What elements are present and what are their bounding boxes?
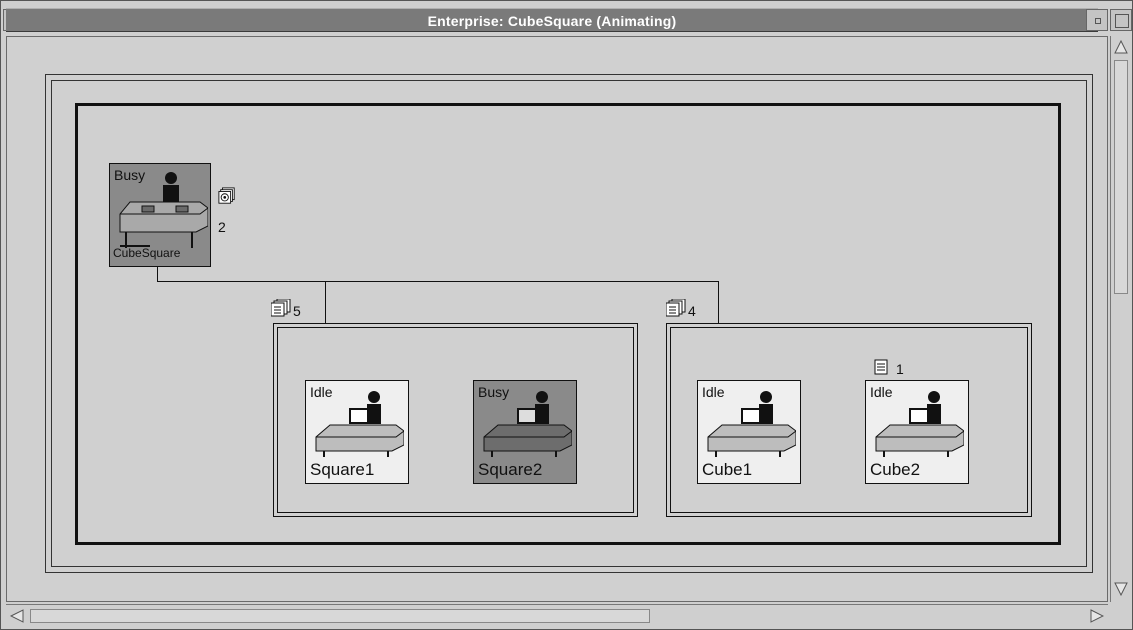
person-at-desk-icon <box>315 391 404 457</box>
connector-line <box>325 281 326 323</box>
root-queue-count: 2 <box>218 219 226 235</box>
workstation-name: Square1 <box>310 460 375 479</box>
workstation-cube2[interactable]: Idle Cube2 <box>865 380 969 484</box>
workstation-cube1[interactable]: Idle Cube1 <box>697 380 801 484</box>
vertical-scrollbar[interactable] <box>1110 36 1130 602</box>
minimize-button[interactable] <box>1086 9 1108 31</box>
horizontal-scroll-thumb[interactable] <box>30 609 650 623</box>
enterprise-canvas[interactable]: Busy CubeSquare 2 5 Idle Square1 Busy Sq… <box>6 36 1108 602</box>
horizontal-scrollbar[interactable] <box>6 604 1108 626</box>
minimize-icon <box>1095 18 1101 24</box>
group-queue-count: 4 <box>688 303 696 319</box>
connector-line <box>157 281 719 282</box>
person-at-desk-icon <box>707 391 796 457</box>
workstation-square1[interactable]: Idle Square1 <box>305 380 409 484</box>
disk-stack-icon <box>218 187 235 204</box>
workstation-name: CubeSquare <box>113 246 181 260</box>
workstation-name: Square2 <box>478 460 543 479</box>
person-at-desk-icon <box>875 391 964 457</box>
workstation-square2[interactable]: Busy Square2 <box>473 380 577 484</box>
document-stack-icon <box>271 299 291 317</box>
window-title: Enterprise: CubeSquare (Animating) <box>427 13 677 29</box>
vertical-scroll-thumb[interactable] <box>1114 60 1128 294</box>
workstation-name: Cube2 <box>870 460 921 479</box>
scrollbar-corner <box>1110 604 1130 626</box>
person-at-desk-icon <box>119 172 208 248</box>
person-at-desk-icon <box>483 391 572 457</box>
connector-line <box>157 265 158 281</box>
group-queue-count: 5 <box>293 303 301 319</box>
maximize-button[interactable] <box>1110 9 1132 31</box>
scroll-up-icon[interactable] <box>1114 40 1128 54</box>
workstation-name: Cube1 <box>702 460 753 479</box>
title-bar[interactable]: Enterprise: CubeSquare (Animating) <box>6 8 1098 32</box>
scroll-down-icon[interactable] <box>1114 582 1128 596</box>
maximize-icon <box>1115 14 1129 28</box>
workstation-queue-count: 1 <box>896 361 904 377</box>
document-stack-icon <box>666 299 686 317</box>
scroll-left-icon[interactable] <box>10 609 24 623</box>
document-icon <box>874 359 888 375</box>
scroll-right-icon[interactable] <box>1090 609 1104 623</box>
workstation-cubesquare[interactable]: Busy CubeSquare <box>109 163 211 267</box>
connector-line <box>718 281 719 323</box>
